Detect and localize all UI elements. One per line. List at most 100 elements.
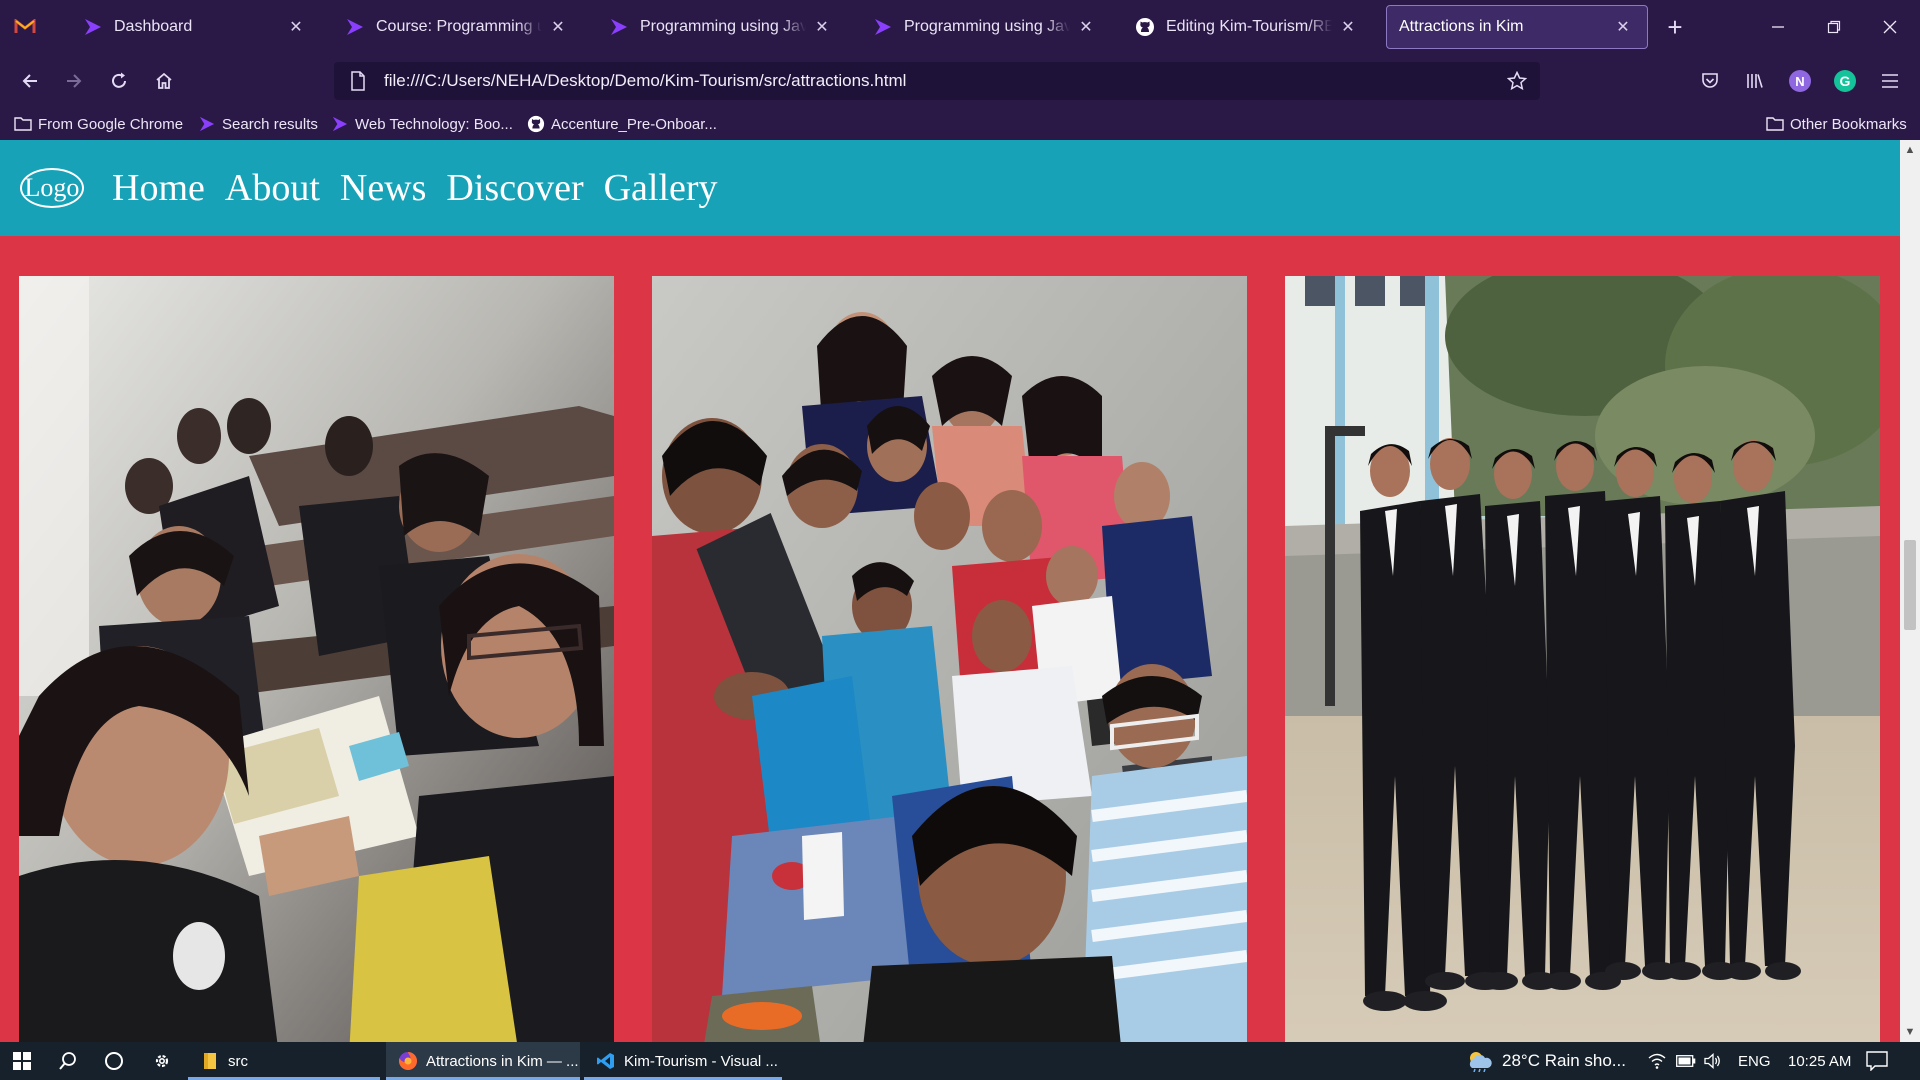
weather-widget[interactable]: 28°C Rain sho... — [1466, 1042, 1626, 1080]
folder-icon — [1766, 115, 1784, 133]
bookmark-label: Search results — [222, 115, 318, 133]
clock[interactable]: 10:25 AM — [1788, 1042, 1851, 1080]
notifications-icon[interactable] — [1866, 1042, 1888, 1080]
taskbar-app-firefox[interactable]: Attractions in Kim — ... — [386, 1042, 580, 1080]
bookmarks-toolbar: From Google Chrome Search results Web Te… — [0, 108, 1920, 140]
github-icon — [1134, 16, 1156, 38]
vscode-icon — [596, 1051, 616, 1071]
grammarly-initial: G — [1834, 70, 1856, 92]
tab-title: Programming using Java Con — [640, 18, 806, 35]
bookmark-accenture[interactable]: Accenture_Pre-Onboar... — [527, 112, 717, 136]
minimize-icon[interactable] — [1750, 0, 1806, 54]
photo-gallery — [0, 236, 1900, 1042]
bookmark-web-technology[interactable]: Web Technology: Boo... — [331, 112, 513, 136]
tab-course[interactable]: Course: Programming using Java ✕ — [332, 5, 582, 49]
close-window-icon[interactable] — [1862, 0, 1918, 54]
close-icon[interactable]: ✕ — [286, 17, 306, 37]
address-bar[interactable]: file:///C:/Users/NEHA/Desktop/Demo/Kim-T… — [334, 62, 1540, 100]
windows-taskbar: src Attractions in Kim — ... Kim-Tourism… — [0, 1042, 1920, 1080]
nav-link-news[interactable]: News — [340, 166, 427, 210]
close-icon[interactable]: ✕ — [548, 17, 568, 37]
taskbar-app-label: Attractions in Kim — ... — [426, 1052, 579, 1070]
battery-icon[interactable] — [1676, 1042, 1696, 1080]
github-icon — [527, 115, 545, 133]
proton-arrow-icon — [872, 16, 894, 38]
tab-title: Editing Kim-Tourism/README — [1166, 18, 1332, 35]
gallery-photo-group-selfie — [652, 276, 1247, 1042]
scrollbar-thumb[interactable] — [1904, 540, 1916, 630]
navigation-toolbar: file:///C:/Users/NEHA/Desktop/Demo/Kim-T… — [0, 54, 1920, 108]
nav-link-discover[interactable]: Discover — [446, 166, 583, 210]
tab-attractions-in-kim[interactable]: Attractions in Kim ✕ — [1386, 5, 1648, 49]
profile-avatar-icon[interactable]: N — [1785, 66, 1815, 96]
taskbar-app-vscode[interactable]: Kim-Tourism - Visual ... — [584, 1042, 782, 1080]
bookmark-star-icon[interactable] — [1506, 70, 1528, 92]
pocket-icon[interactable] — [1695, 66, 1725, 96]
reload-icon[interactable] — [101, 63, 137, 99]
gallery-photo-blazer-group — [1285, 276, 1880, 1042]
wifi-icon[interactable] — [1648, 1042, 1666, 1080]
nav-link-about[interactable]: About — [225, 166, 320, 210]
site-navbar: Logo Home About News Discover Gallery — [0, 140, 1900, 236]
other-bookmarks-label: Other Bookmarks — [1790, 115, 1907, 133]
page-icon — [346, 69, 370, 93]
tab-title: Attractions in Kim — [1399, 18, 1524, 35]
proton-arrow-icon — [198, 115, 216, 133]
close-icon[interactable]: ✕ — [1338, 17, 1358, 37]
page-viewport: Logo Home About News Discover Gallery — [0, 140, 1900, 1042]
new-tab-button[interactable]: + — [1658, 10, 1692, 44]
windows-start-icon[interactable] — [0, 1042, 44, 1080]
close-icon[interactable]: ✕ — [812, 17, 832, 37]
bookmark-from-google-chrome[interactable]: From Google Chrome — [14, 112, 183, 136]
language-indicator[interactable]: ENG — [1738, 1042, 1771, 1080]
proton-arrow-icon — [344, 16, 366, 38]
tab-programming-con[interactable]: Programming using Java Con ✕ — [596, 5, 846, 49]
file-explorer-icon — [200, 1051, 220, 1071]
proton-arrow-icon — [608, 16, 630, 38]
tab-title: Course: Programming using Java — [376, 18, 542, 35]
taskbar-app-label: Kim-Tourism - Visual ... — [624, 1052, 778, 1070]
proton-arrow-icon — [82, 16, 104, 38]
proton-arrow-icon — [331, 115, 349, 133]
back-icon[interactable] — [12, 63, 48, 99]
forward-icon[interactable] — [56, 63, 92, 99]
nav-link-home[interactable]: Home — [112, 166, 205, 210]
firefox-icon — [398, 1051, 418, 1071]
weather-cloud-rain-icon — [1466, 1050, 1494, 1072]
tab-dashboard[interactable]: Dashboard ✕ — [70, 5, 320, 49]
gallery-photo-classroom — [19, 276, 614, 1042]
bookmark-label: From Google Chrome — [38, 115, 184, 133]
taskbar-app-src-folder[interactable]: src — [188, 1042, 380, 1080]
profile-initial: N — [1789, 70, 1811, 92]
settings-gear-icon[interactable] — [140, 1042, 184, 1080]
hamburger-menu-icon[interactable] — [1875, 66, 1905, 96]
tab-programming-mo[interactable]: Programming using Java Mo ✕ — [860, 5, 1110, 49]
close-icon[interactable]: ✕ — [1613, 17, 1633, 37]
scroll-up-icon[interactable]: ▲ — [1900, 140, 1920, 160]
volume-icon[interactable] — [1704, 1042, 1722, 1080]
app-menu-icon[interactable] — [0, 0, 50, 54]
tab-title: Programming using Java Mo — [904, 18, 1070, 35]
library-icon[interactable] — [1740, 66, 1770, 96]
close-icon[interactable]: ✕ — [1076, 17, 1096, 37]
bookmark-label: Web Technology: Boo... — [355, 115, 513, 133]
scroll-down-icon[interactable]: ▼ — [1900, 1022, 1920, 1042]
nav-link-gallery[interactable]: Gallery — [604, 166, 718, 210]
other-bookmarks[interactable]: Other Bookmarks — [1766, 112, 1907, 136]
weather-text: 28°C Rain sho... — [1502, 1051, 1626, 1070]
site-logo[interactable]: Logo — [20, 168, 84, 208]
bookmark-label: Accenture_Pre-Onboar... — [551, 115, 717, 133]
page-scrollbar[interactable]: ▲ ▼ — [1900, 140, 1920, 1042]
tab-strip: Dashboard ✕ Course: Programming using Ja… — [0, 0, 1920, 54]
folder-icon — [14, 115, 32, 133]
taskbar-app-label: src — [228, 1052, 248, 1070]
restore-icon[interactable] — [1806, 0, 1862, 54]
url-text: file:///C:/Users/NEHA/Desktop/Demo/Kim-T… — [384, 71, 907, 90]
home-icon[interactable] — [146, 63, 182, 99]
search-icon[interactable] — [46, 1042, 90, 1080]
tab-github-readme[interactable]: Editing Kim-Tourism/README ✕ — [1122, 5, 1372, 49]
grammarly-icon[interactable]: G — [1830, 66, 1860, 96]
bookmark-search-results[interactable]: Search results — [198, 112, 318, 136]
tab-title: Dashboard — [114, 18, 193, 35]
cortana-icon[interactable] — [92, 1042, 136, 1080]
